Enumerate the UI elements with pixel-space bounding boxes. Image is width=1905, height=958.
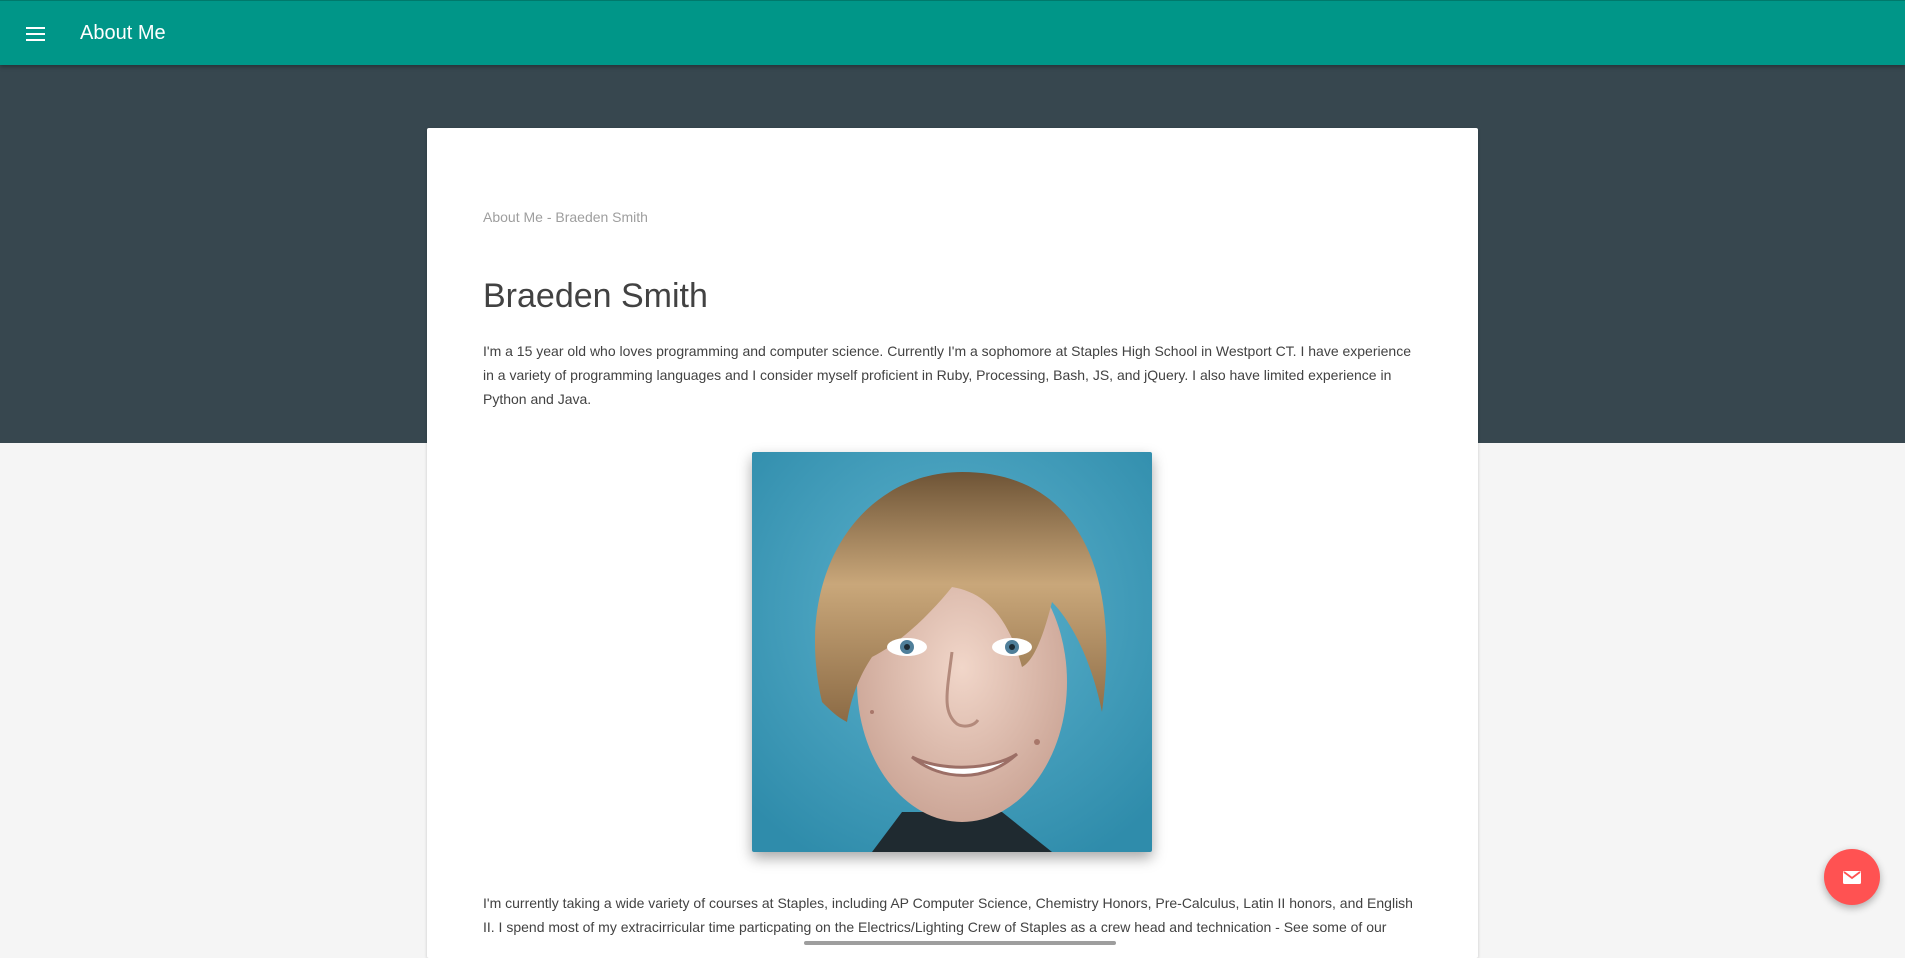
scrollbar-thumb[interactable] [804, 941, 1116, 945]
app-bar: About Me [0, 0, 1905, 65]
mail-icon [1843, 871, 1861, 884]
profile-photo [752, 452, 1152, 852]
menu-icon[interactable] [20, 18, 50, 48]
app-title: About Me [80, 22, 166, 44]
content-card: About Me - Braeden Smith Braeden Smith I… [427, 128, 1478, 958]
page-title: Braeden Smith [483, 277, 708, 315]
intro-paragraph: I'm a 15 year old who loves programming … [483, 343, 1411, 407]
courses-paragraph: I'm currently taking a wide variety of c… [483, 895, 1413, 935]
mail-button[interactable] [1824, 849, 1880, 905]
breadcrumb: About Me - Braeden Smith [483, 209, 648, 225]
